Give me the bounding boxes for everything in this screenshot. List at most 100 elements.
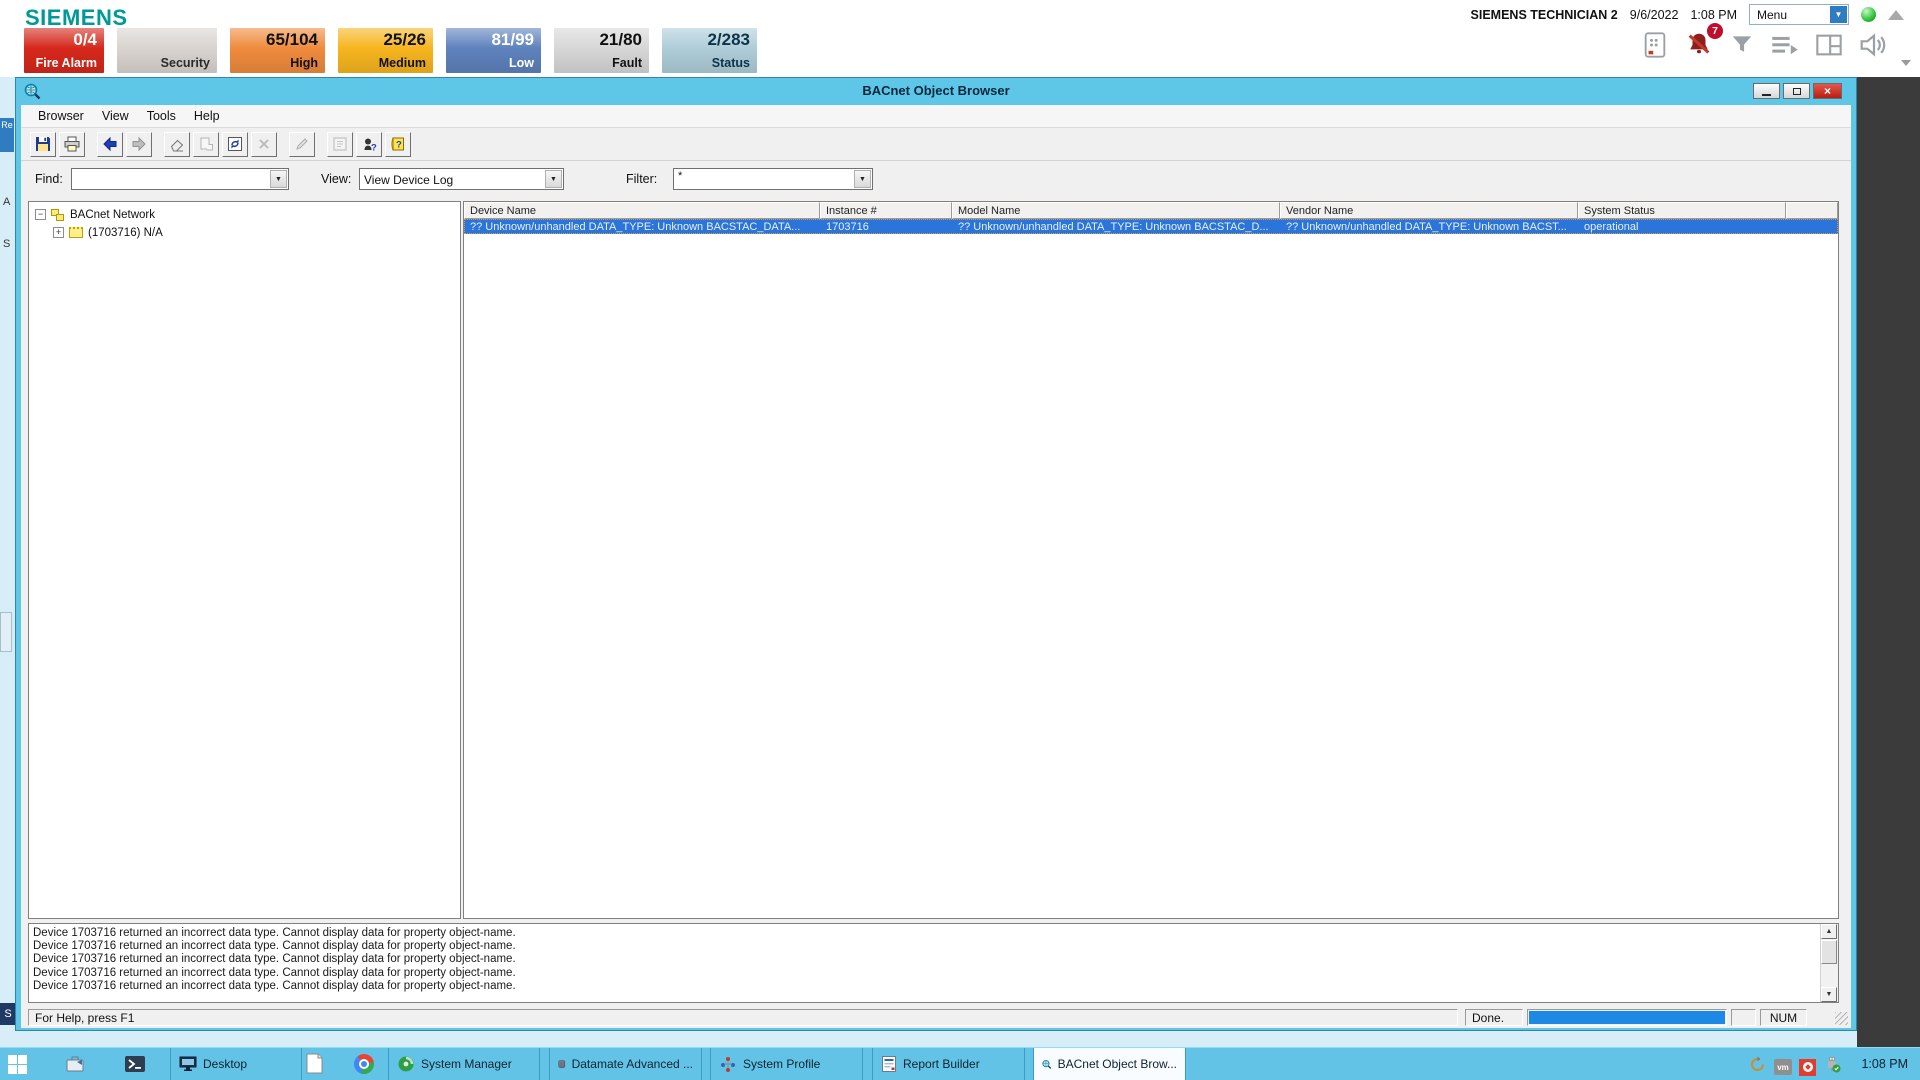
alarm-button-fire-alarm[interactable]: 0/4 Fire Alarm: [24, 28, 104, 73]
refresh-button[interactable]: [222, 131, 248, 157]
column-header-model-name[interactable]: Model Name: [952, 202, 1280, 219]
view-select[interactable]: View Device Log ▼: [359, 168, 564, 190]
filter-input[interactable]: * ▼: [673, 168, 873, 190]
start-button[interactable]: [8, 1055, 27, 1074]
num-lock-indicator: NUM: [1760, 1009, 1807, 1026]
tree-item-bacnet-network[interactable]: − BACnet Network: [35, 206, 460, 223]
scroll-up-arrow[interactable]: ▲: [1821, 924, 1837, 939]
expand-expander[interactable]: +: [53, 227, 64, 238]
column-header-system-status[interactable]: System Status: [1578, 202, 1786, 219]
log-panel: Device 1703716 returned an incorrect dat…: [28, 923, 1839, 1003]
alarm-button-status[interactable]: 2/283 Status: [662, 28, 757, 73]
alarm-button-fault[interactable]: 21/80 Fault: [554, 28, 649, 73]
column-header-device-name[interactable]: Device Name: [464, 202, 820, 219]
alarm-count: 0/4: [73, 30, 97, 49]
cell-device-name: ?? Unknown/unhandled DATA_TYPE: Unknown …: [470, 221, 801, 233]
chrome-icon[interactable]: [354, 1054, 374, 1074]
vm-icon[interactable]: vm: [1774, 1059, 1792, 1075]
context-help-button[interactable]: ?: [356, 131, 382, 157]
background-tab[interactable]: [0, 612, 12, 652]
toolbar: ? ?: [21, 128, 1851, 161]
background-tab-re[interactable]: Re: [0, 118, 14, 152]
notepad-document-icon[interactable]: [306, 1053, 323, 1074]
alarm-label: Status: [711, 56, 750, 70]
collapse-icons-arrow[interactable]: [1901, 60, 1911, 66]
log-scrollbar[interactable]: ▲ ▼: [1820, 924, 1838, 1002]
chevron-down-icon[interactable]: ▼: [545, 170, 562, 188]
column-header-vendor-name[interactable]: Vendor Name: [1280, 202, 1578, 219]
table-row-selected[interactable]: ?? Unknown/unhandled DATA_TYPE: Unknown …: [464, 219, 1838, 234]
tree-item-device-1703716[interactable]: + (1703716) N/A: [53, 224, 460, 241]
alarm-button-medium[interactable]: 25/26 Medium: [338, 28, 433, 73]
taskbar-button-datamate[interactable]: Datamate Advanced ...: [549, 1048, 702, 1080]
log-line: Device 1703716 returned an incorrect dat…: [33, 979, 516, 992]
scrollbar-thumb[interactable]: [1821, 940, 1837, 964]
scroll-down-arrow[interactable]: ▼: [1821, 987, 1837, 1002]
cell-model-name: ?? Unknown/unhandled DATA_TYPE: Unknown …: [958, 221, 1269, 233]
system-manager-icon: [398, 1056, 414, 1072]
sync-icon[interactable]: [1748, 1055, 1767, 1079]
close-button[interactable]: ×: [1813, 83, 1842, 99]
collapse-expander[interactable]: −: [35, 209, 46, 220]
alarm-button-high[interactable]: 65/104 High: [230, 28, 325, 73]
server-manager-icon[interactable]: [64, 1053, 86, 1075]
taskbar-button-system-profile[interactable]: System Profile: [710, 1048, 863, 1080]
taskbar-button-label: BACnet Object Brow...: [1057, 1057, 1177, 1071]
menu-view[interactable]: View: [93, 107, 138, 125]
erase-button[interactable]: [164, 131, 190, 157]
view-value: View Device Log: [364, 173, 454, 187]
properties-button[interactable]: [327, 131, 353, 157]
taskbar-button-report-builder[interactable]: Report Builder: [872, 1048, 1025, 1080]
print-button[interactable]: [59, 131, 85, 157]
forward-button[interactable]: [126, 131, 152, 157]
find-input[interactable]: ▼: [71, 168, 289, 190]
edit-button[interactable]: [289, 131, 315, 157]
help-button[interactable]: ?: [385, 131, 411, 157]
taskbar-button-bacnet-object-browser[interactable]: BACnet Object Brow...: [1033, 1048, 1186, 1080]
chevron-down-icon[interactable]: ▼: [1830, 6, 1847, 23]
filter-value: *: [678, 170, 683, 182]
usb-icon[interactable]: [1823, 1055, 1842, 1079]
status-message: For Help, press F1: [28, 1009, 1458, 1026]
alarm-mute-icon[interactable]: 7: [1684, 23, 1723, 60]
event-list-icon[interactable]: [1770, 32, 1800, 58]
layout-icon[interactable]: [1815, 32, 1843, 58]
chevron-down-icon[interactable]: ▼: [270, 170, 287, 188]
background-window-corner[interactable]: S: [0, 1003, 16, 1025]
windows-logo-icon: [8, 1055, 27, 1074]
resize-grip[interactable]: [1835, 1012, 1848, 1025]
taskbar-button-label: System Profile: [743, 1057, 821, 1071]
taskbar-button-label: Desktop: [203, 1057, 248, 1071]
background-window[interactable]: [1857, 77, 1920, 1047]
powershell-icon[interactable]: [124, 1053, 146, 1075]
taskbar-button-label: System Manager: [421, 1057, 512, 1071]
menu-dropdown[interactable]: Menu ▼: [1749, 4, 1849, 25]
tree-item-label: BACnet Network: [70, 208, 156, 221]
alarm-count: 65/104: [266, 30, 318, 49]
maximize-button[interactable]: [1783, 83, 1810, 99]
collapse-header-arrow[interactable]: [1888, 9, 1904, 20]
datamate-icon: [558, 1059, 566, 1069]
save-button[interactable]: [30, 131, 56, 157]
speaker-icon[interactable]: [1858, 31, 1890, 59]
menu-help[interactable]: Help: [185, 107, 229, 125]
chevron-down-icon[interactable]: ▼: [854, 170, 871, 188]
column-header-instance[interactable]: Instance #: [820, 202, 952, 219]
badge-reader-icon[interactable]: [1641, 31, 1669, 59]
recording-icon[interactable]: [1799, 1058, 1816, 1076]
filter-icon[interactable]: [1729, 32, 1755, 58]
minimize-button[interactable]: [1753, 83, 1780, 99]
menu-tools[interactable]: Tools: [138, 107, 185, 125]
taskbar-button-system-manager[interactable]: System Manager: [388, 1048, 540, 1080]
back-button[interactable]: [97, 131, 123, 157]
title-bar[interactable]: BACnet Object Browser ×: [16, 78, 1856, 105]
logged-in-user: SIEMENS TECHNICIAN 2: [1470, 7, 1618, 22]
alarm-button-low[interactable]: 81/99 Low: [446, 28, 541, 73]
system-profile-icon: [721, 1057, 735, 1072]
alarm-count: 2/283: [707, 30, 750, 49]
copy-page-button[interactable]: [193, 131, 219, 157]
alarm-button-security[interactable]: Security: [117, 28, 217, 73]
delete-button[interactable]: [251, 131, 277, 157]
taskbar-button-desktop[interactable]: Desktop: [170, 1048, 302, 1080]
menu-browser[interactable]: Browser: [29, 107, 93, 125]
